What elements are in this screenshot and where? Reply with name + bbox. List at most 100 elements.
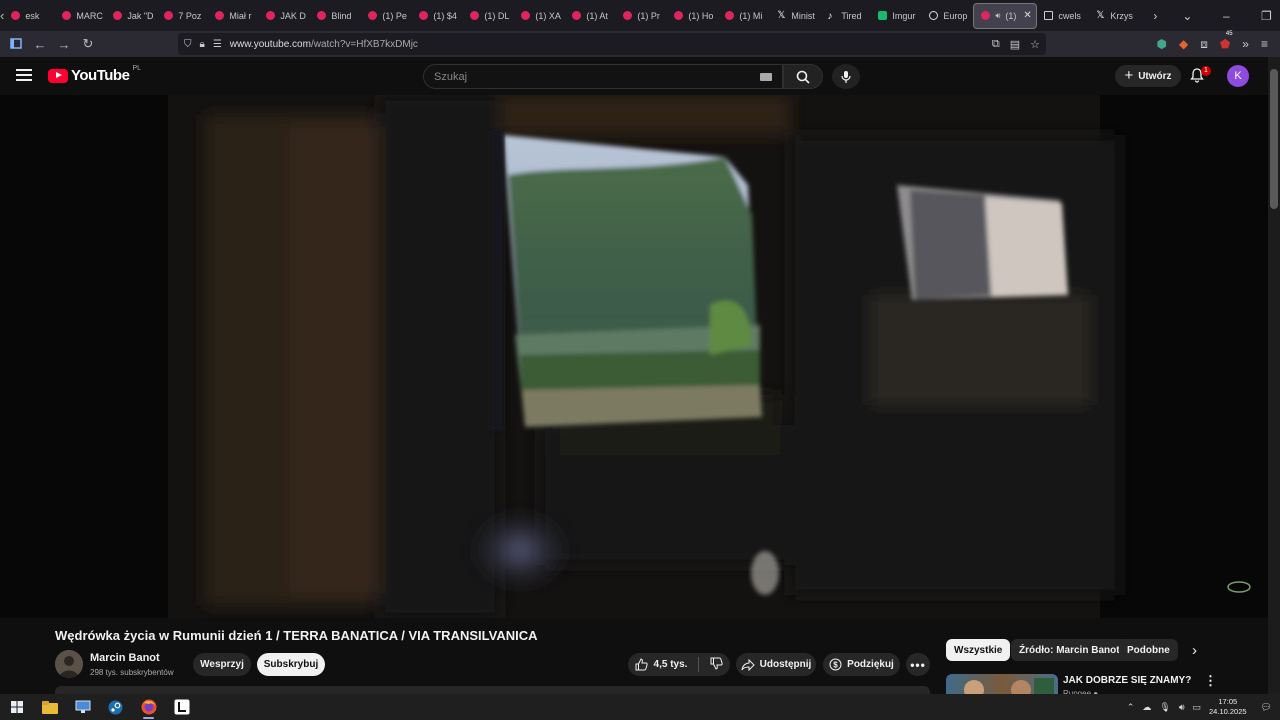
video-title: Wędrówka życia w Rumunii dzień 1 / TERRA… bbox=[55, 628, 538, 643]
notion-app-icon[interactable] bbox=[165, 694, 198, 720]
browser-tab[interactable]: (1) Mi bbox=[718, 3, 769, 29]
search-button[interactable] bbox=[783, 64, 823, 89]
search-input[interactable]: Szukaj bbox=[423, 64, 783, 89]
recommended-video-title[interactable]: JAK DOBRZE SIĘ ZNAMY? bbox=[1063, 675, 1191, 686]
chip-0[interactable]: Wszystkie bbox=[946, 639, 1011, 661]
bookmark-star-icon[interactable]: ☆ bbox=[1030, 38, 1040, 51]
network-icon[interactable]: ▭ bbox=[1193, 702, 1202, 713]
steam-icon[interactable] bbox=[99, 694, 132, 720]
search-placeholder: Szukaj bbox=[434, 70, 468, 83]
youtube-favicon-icon bbox=[368, 11, 378, 20]
description-box[interactable] bbox=[55, 686, 930, 694]
browser-tab[interactable]: cwels bbox=[1037, 3, 1088, 29]
reload-icon[interactable]: ↻ bbox=[76, 36, 100, 52]
youtube-favicon-icon bbox=[113, 11, 123, 20]
ublock-extension-icon[interactable]: ⬟ 45 bbox=[1220, 31, 1233, 51]
support-button[interactable]: Wesprzyj bbox=[193, 653, 251, 676]
browser-tab[interactable]: Miał r bbox=[208, 3, 259, 29]
permissions-icon[interactable]: ☰ bbox=[213, 39, 222, 50]
browser-tab[interactable]: (1) Pe bbox=[361, 3, 412, 29]
onedrive-cloud-icon[interactable]: ☁ bbox=[1142, 702, 1151, 713]
keyboard-icon[interactable] bbox=[760, 73, 772, 81]
create-button[interactable]: + Utwórz bbox=[1115, 65, 1181, 87]
browser-tab-title: Europ bbox=[943, 10, 968, 21]
url-bar[interactable]: ⛉ 🔒︎ ☰ www.youtube.com/watch?v=HfXB7kxDM… bbox=[178, 33, 1046, 55]
browser-tab[interactable]: 𝕏 Minist bbox=[769, 3, 820, 29]
forward-icon[interactable]: → bbox=[52, 37, 76, 52]
share-button[interactable]: Udostępnij bbox=[736, 653, 816, 676]
video-frame-image bbox=[0, 95, 1268, 618]
chip-1[interactable]: Źródło: Marcin Banot bbox=[1011, 639, 1128, 661]
windows-taskbar: ⌃ ☁ 🎙︎ 🔊︎ ▭ 17:05 24.10.2025 💬︎ bbox=[0, 694, 1280, 720]
voice-search-button[interactable] bbox=[832, 64, 860, 89]
shield-extension-icon[interactable]: ⬢ bbox=[1157, 37, 1167, 51]
browser-tab-title: (1) At bbox=[586, 10, 608, 21]
browser-tab[interactable]: Imgur bbox=[871, 3, 922, 29]
browser-tab[interactable]: (1) At bbox=[565, 3, 616, 29]
browser-tab[interactable]: (1) $4 bbox=[412, 3, 463, 29]
thanks-button[interactable]: $ Podziękuj bbox=[823, 653, 900, 676]
browser-tab[interactable]: 🔊︎ (1) ✕ bbox=[973, 2, 1038, 29]
browser-tab[interactable]: Jak "D bbox=[106, 3, 157, 29]
start-windows-icon[interactable] bbox=[0, 694, 33, 720]
youtube-favicon-icon bbox=[572, 11, 582, 20]
picture-in-picture-icon[interactable]: ⧉ bbox=[992, 38, 1000, 51]
tab-close-icon[interactable]: ✕ bbox=[1023, 10, 1031, 21]
browser-tab[interactable]: 7 Poz bbox=[157, 3, 208, 29]
volume-icon[interactable]: 🔊︎ bbox=[1179, 702, 1185, 713]
browser-tab[interactable]: (1) Pr bbox=[616, 3, 667, 29]
browser-tab[interactable]: esk bbox=[4, 3, 55, 29]
thumbs-down-icon bbox=[710, 657, 724, 670]
notification-center-icon[interactable]: 💬︎ bbox=[1261, 702, 1272, 713]
tab-audio-icon[interactable]: 🔊︎ bbox=[995, 11, 1000, 21]
browser-tab[interactable]: (1) DL bbox=[463, 3, 514, 29]
browser-tab[interactable]: (1) Ho bbox=[667, 3, 718, 29]
browser-tab[interactable]: Europ bbox=[922, 3, 973, 29]
lock-icon[interactable]: 🔒︎ bbox=[200, 39, 205, 50]
firefox-icon[interactable] bbox=[132, 694, 165, 720]
dislike-button[interactable] bbox=[710, 657, 724, 673]
fox-extension-icon[interactable]: ◆ bbox=[1179, 37, 1188, 51]
reader-view-icon[interactable]: ▤ bbox=[1010, 38, 1020, 51]
tracking-shield-icon[interactable]: ⛉ bbox=[184, 39, 192, 50]
browser-tab[interactable]: ♪ Tired bbox=[820, 3, 871, 29]
sidebar-toggle-icon[interactable] bbox=[4, 37, 28, 52]
back-icon[interactable]: ← bbox=[28, 37, 52, 52]
imgur-favicon-icon bbox=[878, 11, 888, 20]
browser-tab-title: Tired bbox=[841, 10, 862, 21]
chips-next-icon[interactable]: › bbox=[1192, 642, 1197, 659]
video-player[interactable] bbox=[0, 95, 1268, 618]
browser-tab[interactable]: JAK D bbox=[259, 3, 310, 29]
microphone-tray-icon[interactable]: 🎙︎ bbox=[1159, 702, 1170, 713]
app-menu-icon[interactable]: ≡ bbox=[1261, 37, 1268, 51]
channel-avatar[interactable] bbox=[55, 650, 83, 678]
restore-icon[interactable]: ❐ bbox=[1249, 9, 1280, 23]
tab-scroll-right-icon[interactable]: › bbox=[1139, 9, 1171, 23]
youtube-logo[interactable]: YouTube PL bbox=[48, 65, 141, 84]
browser-tab[interactable]: Blind bbox=[310, 3, 361, 29]
more-actions-button[interactable]: ••• bbox=[906, 653, 930, 676]
page-scrollbar[interactable] bbox=[1268, 57, 1280, 694]
account-avatar[interactable]: K bbox=[1227, 65, 1249, 87]
youtube-favicon-icon bbox=[215, 11, 225, 20]
tray-overflow-icon[interactable]: ⌃ bbox=[1127, 702, 1135, 713]
browser-tab[interactable]: (1) XA bbox=[514, 3, 565, 29]
browser-tab-title: (1) DL bbox=[484, 10, 510, 21]
file-explorer-icon[interactable] bbox=[33, 694, 66, 720]
subscribe-button[interactable]: Subskrybuj bbox=[257, 653, 325, 676]
clock[interactable]: 17:05 24.10.2025 bbox=[1209, 697, 1247, 717]
browser-tab[interactable]: MARC bbox=[55, 3, 106, 29]
recommended-video-thumbnail[interactable] bbox=[946, 674, 1058, 694]
tab-list-dropdown-icon[interactable]: ⌄ bbox=[1171, 9, 1203, 23]
chip-2[interactable]: Podobne bbox=[1119, 639, 1178, 661]
recommendation-menu-icon[interactable]: ⋮ bbox=[1204, 673, 1217, 689]
scrollbar-thumb[interactable] bbox=[1270, 69, 1278, 209]
guide-menu-icon[interactable] bbox=[16, 69, 32, 81]
remote-desktop-icon[interactable] bbox=[66, 694, 99, 720]
extensions-icon[interactable]: ⧈ bbox=[1200, 37, 1208, 52]
like-button[interactable]: 4,5 tys. bbox=[635, 658, 687, 671]
channel-name[interactable]: Marcin Banot bbox=[90, 652, 160, 664]
minimize-icon[interactable]: – bbox=[1203, 9, 1249, 23]
browser-tab[interactable]: 𝕏 Krzys bbox=[1088, 3, 1139, 29]
overflow-menu-icon[interactable]: » bbox=[1242, 37, 1249, 51]
